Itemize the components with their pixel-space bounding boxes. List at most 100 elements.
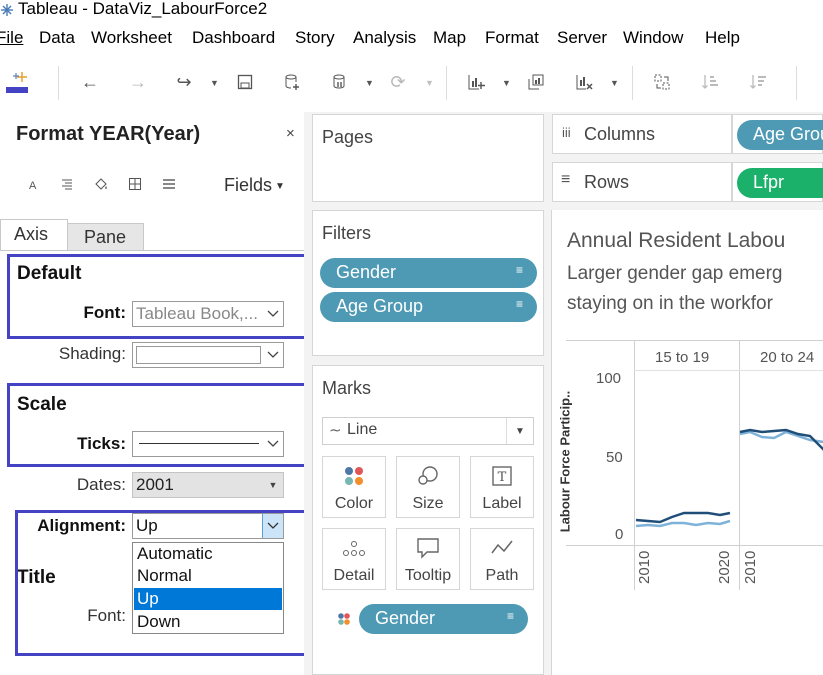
marks-card: Marks ∼ Line ▼ Color Size T Label Detail… (312, 365, 544, 675)
marks-path-label: Path (485, 567, 519, 584)
dates-value: 2001 (136, 475, 174, 494)
shading-dropdown[interactable] (132, 342, 284, 368)
swap-dropdown-caret-icon[interactable]: ▼ (210, 78, 219, 88)
size-icon (397, 465, 459, 493)
menu-bar: File Data Worksheet Dashboard Story Anal… (0, 28, 823, 54)
menu-map[interactable]: Map (433, 28, 466, 48)
window-title: Tableau - DataViz_LabourForce2 (18, 0, 268, 18)
chevron-down-icon: ▼ (275, 181, 285, 192)
dates-dropdown[interactable]: 2001 ▼ (132, 472, 284, 498)
marks-tooltip-button[interactable]: Tooltip (396, 528, 460, 590)
swap-icon[interactable]: ↪ (172, 70, 196, 94)
tableau-app-icon (1, 4, 13, 16)
tab-pane[interactable]: Pane (67, 223, 144, 251)
tab-divider (0, 250, 304, 251)
menu-window[interactable]: Window (623, 28, 683, 48)
format-pane-title: Format YEAR(Year) (16, 123, 201, 145)
shading-format-icon[interactable] (93, 177, 109, 194)
refresh-icon[interactable]: ⟳ (386, 70, 410, 94)
alignment-format-icon[interactable] (60, 177, 74, 194)
new-worksheet-dropdown-caret-icon[interactable]: ▼ (502, 78, 511, 88)
filter-pill-gender[interactable]: Gender ≡ (320, 258, 537, 288)
marks-color-pill-gender[interactable]: Gender ≡ (359, 604, 528, 634)
rows-label: Rows (584, 172, 630, 192)
marks-color-pill-label: Gender (375, 608, 436, 628)
marks-size-button[interactable]: Size (396, 456, 460, 518)
alignment-option-down[interactable]: Down (134, 611, 282, 633)
pages-title: Pages (322, 127, 374, 147)
menu-help[interactable]: Help (705, 28, 740, 48)
fields-dropdown-button[interactable]: Fields ▼ (224, 175, 285, 196)
filter-pill-age-group[interactable]: Age Group ≡ (320, 292, 537, 322)
borders-format-icon[interactable] (128, 177, 142, 194)
marks-color-button[interactable]: Color (322, 456, 386, 518)
columns-pill-label: Age Grou (753, 124, 823, 144)
columns-shelf[interactable]: Age Grou (732, 114, 823, 154)
clear-sheet-icon[interactable] (572, 70, 596, 94)
dates-label: Dates: (76, 475, 126, 494)
filter-pill-gender-label: Gender (336, 262, 397, 282)
filters-card[interactable]: Filters Gender ≡ Age Group ≡ (312, 210, 544, 356)
menu-analysis[interactable]: Analysis (353, 28, 416, 48)
swap-rows-columns-icon[interactable] (650, 70, 674, 94)
label-icon: T (471, 465, 533, 493)
redo-icon[interactable]: → (126, 70, 150, 94)
refresh-dropdown-caret-icon[interactable]: ▼ (425, 78, 434, 88)
tab-axis[interactable]: Axis (0, 219, 68, 251)
menu-dashboard[interactable]: Dashboard (192, 28, 275, 48)
clear-sheet-dropdown-caret-icon[interactable]: ▼ (610, 78, 619, 88)
menu-server[interactable]: Server (557, 28, 607, 48)
lines-format-icon[interactable] (162, 177, 176, 194)
alignment-option-up[interactable]: Up (134, 588, 282, 610)
close-icon[interactable]: × (286, 125, 295, 142)
menu-data[interactable]: Data (39, 28, 75, 48)
menu-format[interactable]: Format (485, 28, 539, 48)
new-datasource-icon[interactable] (280, 70, 304, 94)
pause-updates-icon[interactable] (328, 70, 352, 94)
toolbar: ← → ↪ ▼ ▼ ⟳ ▼ ▼ ▼ (0, 56, 823, 112)
columns-shelf-label-box: iii Columns (552, 114, 732, 154)
menu-file[interactable]: File (0, 28, 23, 48)
highlight-box-default (7, 254, 310, 339)
marks-path-button[interactable]: Path (470, 528, 534, 590)
tab-pane-label: Pane (84, 227, 127, 247)
tab-axis-label: Axis (14, 224, 49, 244)
sort-descending-icon[interactable] (746, 70, 770, 94)
columns-label: Columns (584, 124, 656, 144)
pages-card[interactable]: Pages (312, 114, 544, 202)
new-worksheet-icon[interactable] (464, 70, 488, 94)
undo-icon[interactable]: ← (78, 70, 102, 94)
chevron-down-icon (263, 343, 283, 367)
filter-pill-age-group-label: Age Group (336, 296, 424, 316)
shading-label: Shading: (58, 344, 126, 363)
toolbar-separator (58, 66, 59, 100)
tableau-logo-icon[interactable] (4, 70, 32, 94)
columns-pill-age-group[interactable]: Age Grou (737, 120, 823, 150)
filters-title: Filters (322, 223, 371, 243)
rows-pill-label: Lfpr (753, 172, 785, 192)
menu-story[interactable]: Story (295, 28, 335, 48)
mark-type-dropdown[interactable]: ∼ Line ▼ (322, 417, 534, 445)
detail-dots-icon (323, 537, 385, 565)
marks-detail-button[interactable]: Detail (322, 528, 386, 590)
color-dots-icon (337, 612, 351, 631)
caret-down-icon: ▼ (268, 480, 278, 490)
menu-file-label: File (0, 28, 24, 47)
font-format-icon[interactable]: A (29, 180, 36, 192)
mark-type-value: Line (347, 421, 378, 438)
duplicate-sheet-icon[interactable] (524, 70, 548, 94)
menu-worksheet[interactable]: Worksheet (91, 28, 172, 48)
line-chart (635, 428, 823, 528)
sort-ascending-icon[interactable] (698, 70, 722, 94)
rows-pill-lfpr[interactable]: Lfpr (737, 168, 823, 198)
worksheet-view: Annual Resident Labou Larger gender gap … (551, 210, 823, 675)
alignment-option-normal[interactable]: Normal (134, 565, 282, 587)
tooltip-icon (397, 537, 459, 565)
rows-shelf[interactable]: Lfpr (732, 162, 823, 202)
save-icon[interactable] (233, 70, 257, 94)
alignment-option-automatic[interactable]: Automatic (134, 543, 282, 565)
series-line-men-15-19[interactable] (635, 511, 731, 524)
marks-label-label: Label (482, 495, 522, 512)
marks-label-button[interactable]: T Label (470, 456, 534, 518)
pause-dropdown-caret-icon[interactable]: ▼ (365, 78, 374, 88)
